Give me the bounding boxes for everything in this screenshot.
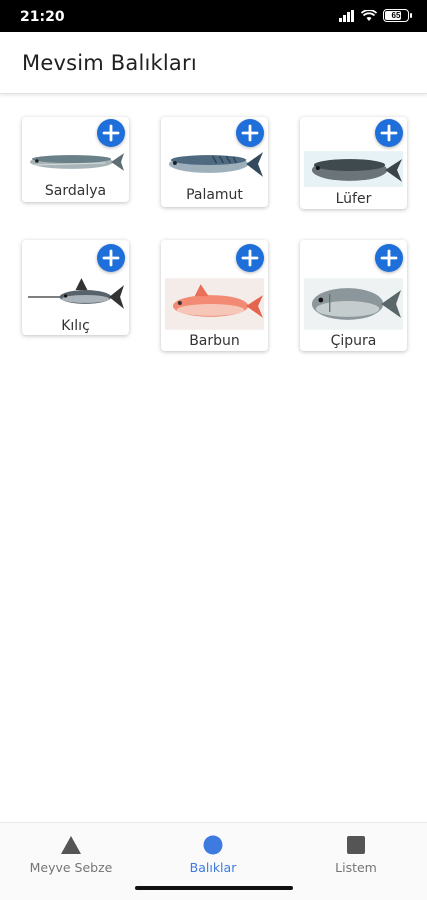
status-icons: 65 xyxy=(339,9,412,22)
swordfish-image xyxy=(27,278,125,309)
app-screen: 21:20 65 Mevsim Balıkları Sardalya Palam… xyxy=(0,0,427,900)
nav-listem[interactable]: Listem xyxy=(285,823,427,883)
home-indicator[interactable] xyxy=(135,886,293,890)
square-icon xyxy=(347,836,365,854)
add-kilic-button[interactable] xyxy=(97,244,125,272)
app-bar: Mevsim Balıkları xyxy=(0,32,427,94)
bonito-image xyxy=(168,152,264,177)
status-bar: 21:20 65 xyxy=(0,0,427,32)
plus-icon xyxy=(380,124,398,142)
add-barbun-button[interactable] xyxy=(236,244,264,272)
page-title: Mevsim Balıkları xyxy=(22,51,197,75)
plus-icon xyxy=(380,249,398,267)
wifi-icon xyxy=(361,9,377,21)
sea-bream-image xyxy=(304,278,403,330)
fish-name: Çipura xyxy=(330,333,377,349)
battery-icon: 65 xyxy=(383,9,412,22)
signal-icon xyxy=(339,9,354,22)
plus-icon xyxy=(241,124,259,142)
fish-name: Barbun xyxy=(189,333,240,349)
nav-label: Balıklar xyxy=(189,860,237,875)
triangle-icon xyxy=(61,836,81,854)
add-cipura-button[interactable] xyxy=(375,244,403,272)
add-palamut-button[interactable] xyxy=(236,119,264,147)
nav-label: Listem xyxy=(335,860,377,875)
bluefish-image xyxy=(304,151,403,187)
status-time: 21:20 xyxy=(20,9,65,25)
red-mullet-image xyxy=(165,278,264,330)
plus-icon xyxy=(102,249,120,267)
circle-icon xyxy=(203,835,223,855)
add-lufer-button[interactable] xyxy=(375,119,403,147)
nav-label: Meyve Sebze xyxy=(29,860,113,875)
fish-name: Kılıç xyxy=(61,318,90,334)
nav-baliklar[interactable]: Balıklar xyxy=(142,823,284,883)
fish-name: Palamut xyxy=(186,187,243,203)
fish-name: Lüfer xyxy=(335,191,372,207)
sardine-image xyxy=(29,153,125,171)
fish-name: Sardalya xyxy=(44,183,107,199)
nav-meyve-sebze[interactable]: Meyve Sebze xyxy=(0,823,142,883)
plus-icon xyxy=(102,124,120,142)
plus-icon xyxy=(241,249,259,267)
battery-level: 65 xyxy=(391,11,401,20)
add-sardalya-button[interactable] xyxy=(97,119,125,147)
